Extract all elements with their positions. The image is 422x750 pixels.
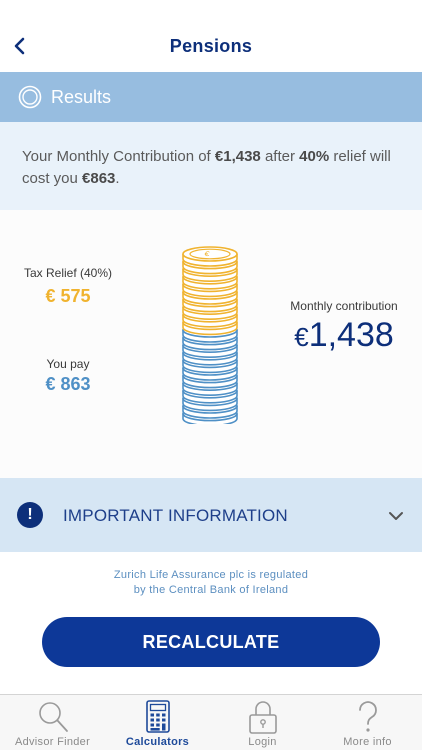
calculator-icon [146,700,170,733]
important-information-toggle[interactable]: ! IMPORTANT INFORMATION [0,478,422,552]
monthly-amount: 1,438 [308,316,394,354]
tab-label: More info [343,736,392,748]
regulatory-line: by the Central Bank of Ireland [133,584,289,596]
tab-label: Advisor Finder [14,736,91,748]
question-icon [359,701,377,732]
page-title: Pensions [169,36,253,56]
monthly-contribution-value: €1,438 [280,316,408,355]
summary-contribution: €1,438 [214,148,261,165]
regulatory-notice: Zurich Life Assurance plc is regulated b… [0,568,422,598]
summary-part: Your Monthly Contribution of [22,148,215,165]
contribution-graphic: Tax Relief (40%) € 575 You pay € 863 € M… [0,210,422,478]
tab-more-info[interactable]: More info [315,695,420,750]
nav-bar: Pensions [0,0,422,72]
results-header: Results [0,72,422,122]
exclamation-icon: ! [17,502,43,528]
summary-relief-percent: 40% [299,148,330,165]
chevron-down-icon[interactable] [386,506,406,526]
tab-label: Login [248,736,277,748]
tab-label: Calculators [125,736,190,748]
result-summary: Your Monthly Contribution of €1,438 afte… [0,122,422,210]
tab-advisor-finder[interactable]: Advisor Finder [0,695,105,750]
results-label: Results [51,87,112,107]
you-pay-label: You pay [46,357,90,371]
results-ring-icon [18,85,42,109]
coin-stack-icon: € [182,246,238,424]
summary-cost: €863 [82,170,116,187]
important-information-label: IMPORTANT INFORMATION [63,506,288,525]
search-icon [39,702,68,732]
recalculate-button[interactable]: RECALCULATE [42,617,380,667]
tax-relief-label: Tax Relief (40%) [23,266,113,280]
tab-bar: Advisor Finder Calculators Login More in… [0,694,422,750]
summary-text: Your Monthly Contribution of €1,438 afte… [22,146,402,190]
regulatory-line: Zurich Life Assurance plc is regulated [113,569,309,581]
tab-login[interactable]: Login [210,695,315,750]
summary-part: after [260,148,300,165]
tab-calculators[interactable]: Calculators [105,695,210,750]
summary-part: . [115,170,120,187]
currency-symbol: € [294,322,309,352]
you-pay-value: € 863 [45,374,91,394]
tax-relief-value: € 575 [45,286,91,306]
lock-icon [249,701,277,734]
monthly-contribution-label: Monthly contribution [290,299,398,313]
